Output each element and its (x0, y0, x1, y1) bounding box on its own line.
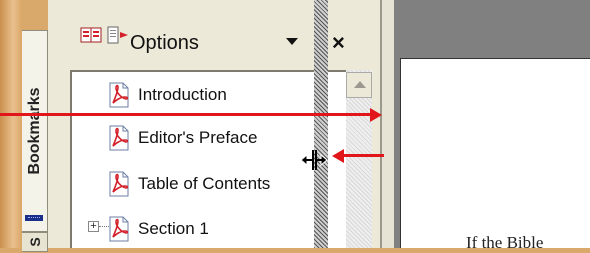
document-text: If the Bible (466, 233, 544, 252)
bookmark-item-table-of-contents[interactable]: Table of Contents (108, 167, 270, 201)
bookmark-label: Table of Contents (138, 174, 271, 193)
pdf-icon (109, 171, 129, 197)
bookmark-item-introduction[interactable]: Introduction (108, 78, 227, 112)
tab-signatures[interactable]: S (22, 232, 48, 252)
expand-toggle[interactable]: + (88, 221, 99, 232)
new-bookmark-icon[interactable] (106, 26, 130, 44)
annotation-arrow-head-left (332, 149, 344, 163)
resize-cursor-icon (300, 150, 328, 170)
pdf-icon (109, 125, 129, 151)
tab-bookmarks[interactable]: Bookmarks (22, 30, 48, 232)
annotation-arrow-head-right (370, 108, 382, 122)
bookmark-item-editors-preface[interactable]: Editor's Preface (108, 121, 257, 155)
bookmark-label: Section 1 (138, 219, 209, 238)
close-panel-button[interactable]: × (332, 30, 345, 56)
document-page (400, 58, 590, 248)
tab-bookmarks-label: Bookmarks (25, 87, 43, 175)
document-pane-border (380, 0, 394, 248)
background-strip (0, 0, 22, 248)
expand-bookmark-icon[interactable] (80, 26, 104, 44)
bookmark-item-section-1[interactable]: Section 1 (108, 212, 209, 246)
pdf-icon (109, 216, 129, 242)
active-tab-indicator (25, 215, 43, 221)
tab-signatures-label: S (26, 237, 43, 247)
annotation-arrow-line (0, 113, 372, 116)
scroll-up-button[interactable] (346, 72, 372, 98)
options-menu-button[interactable]: Options (130, 32, 199, 55)
pdf-icon (109, 82, 129, 108)
chevron-down-icon[interactable] (286, 38, 298, 45)
panel-splitter[interactable] (314, 0, 328, 248)
bookmark-label: Editor's Preface (138, 128, 258, 147)
bookmark-label: Introduction (138, 85, 227, 104)
annotation-arrow-line (344, 154, 384, 157)
